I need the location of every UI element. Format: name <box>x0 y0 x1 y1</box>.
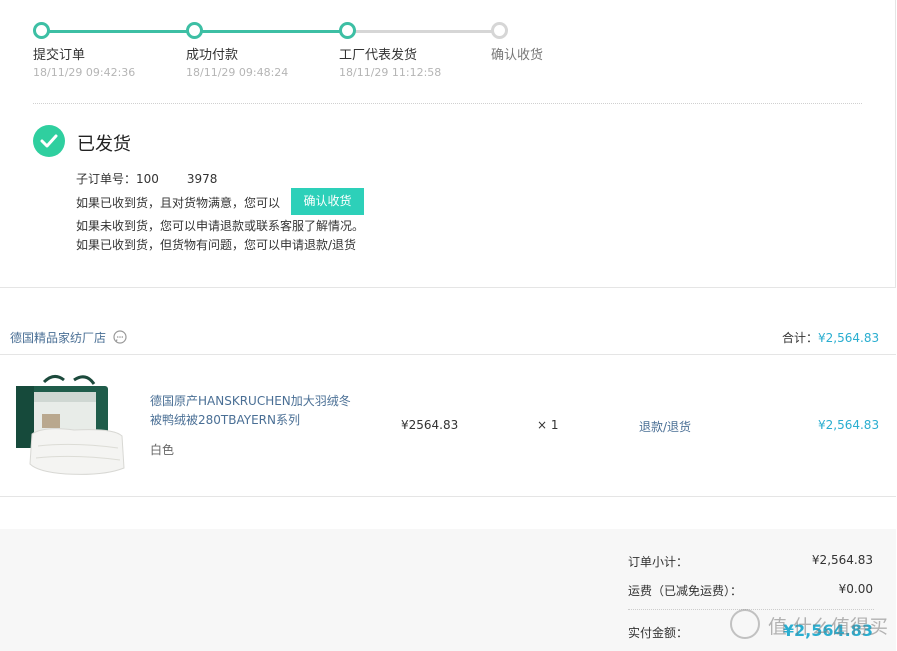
subtotal-value: ¥2,564.83 <box>811 553 873 567</box>
store-separator <box>0 354 896 355</box>
step-node-received <box>491 22 508 39</box>
step-node-paid <box>186 22 203 39</box>
product-variant: 白色 <box>150 443 175 457</box>
unit-price: ¥2564.83 <box>401 418 459 432</box>
step-node-shipped <box>339 22 356 39</box>
store-total-value: ¥2,564.83 <box>818 331 880 345</box>
quantity: × 1 <box>537 418 559 432</box>
confirm-receipt-button[interactable]: 确认收货 <box>291 188 364 215</box>
status-title: 已发货 <box>77 134 131 155</box>
progress-line-todo <box>347 30 499 33</box>
step-label-paid: 成功付款 <box>186 48 239 63</box>
watermark-text: 值 什么值得买 <box>768 616 889 638</box>
check-circle-icon <box>33 125 65 157</box>
status-hint-not-received: 如果未收到货，您可以申请退款或联系客服了解情况。 <box>76 219 365 233</box>
product-image[interactable] <box>14 372 128 482</box>
order-status-card: 提交订单 18/11/29 09:42:36 成功付款 18/11/29 09:… <box>0 0 896 288</box>
status-hint-problem: 如果已收到货，但货物有问题，您可以申请退款/退货 <box>76 238 357 252</box>
step-time-shipped: 18/11/29 11:12:58 <box>339 66 442 79</box>
suborder-number: 子订单号：100 3978 <box>76 170 217 187</box>
store-name-link[interactable]: 德国精品家纺厂店 <box>10 329 106 346</box>
step-label-shipped: 工厂代表发货 <box>339 48 418 63</box>
status-divider <box>33 103 862 104</box>
shipping-value: ¥0.00 <box>838 582 873 596</box>
step-label-submitted: 提交订单 <box>33 48 86 63</box>
suborder-tail: 3978 <box>186 172 218 186</box>
paid-label: 实付金额： <box>628 626 689 640</box>
step-label-received: 确认收货 <box>491 48 544 63</box>
step-time-paid: 18/11/29 09:48:24 <box>186 66 289 79</box>
subtotal-label: 订单小计： <box>628 555 689 569</box>
product-separator <box>0 496 896 497</box>
watermark-logo-icon <box>730 609 760 639</box>
step-node-submitted <box>33 22 50 39</box>
store-total-label: 合计： <box>782 331 819 345</box>
product-title-link[interactable]: 德国原产HANSKRUCHEN加大羽绒冬被鸭绒被280TBAYERN系列 <box>150 392 360 430</box>
store-total: 合计：¥2,564.83 <box>782 329 879 346</box>
refund-return-link[interactable]: 退款/退货 <box>639 418 691 435</box>
site-watermark: 值 什么值得买 <box>730 607 890 643</box>
step-time-submitted: 18/11/29 09:42:36 <box>33 66 136 79</box>
chat-bubble-icon[interactable] <box>113 330 127 347</box>
suborder-label: 子订单号：100 <box>76 172 159 186</box>
shipping-label: 运费（已减免运费）： <box>628 584 743 598</box>
item-row-total: ¥2,564.83 <box>818 418 880 432</box>
status-hint-satisfied: 如果已收到货，且对货物满意，您可以 <box>76 196 281 210</box>
